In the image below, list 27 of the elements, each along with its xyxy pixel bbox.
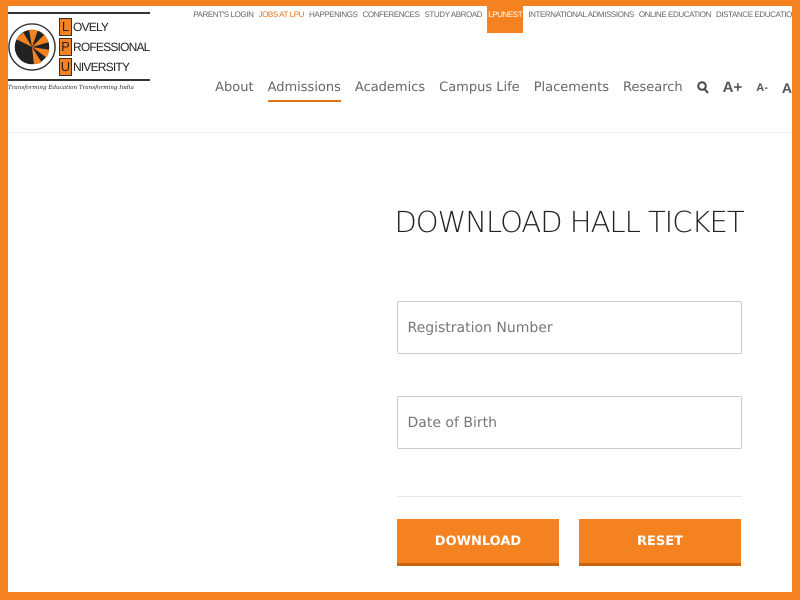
top-link[interactable]: DISTANCE EDUCATIO	[716, 6, 792, 33]
nav-link[interactable]: About	[215, 80, 254, 102]
top-link[interactable]: JOBS AT LPU	[258, 6, 304, 33]
font-size-button[interactable]: A+	[722, 79, 742, 96]
nav-link[interactable]: Academics	[354, 80, 426, 102]
nav-link[interactable]: Placements	[534, 80, 610, 102]
logo-word: ROFESSIONAL	[73, 40, 150, 54]
font-size-button[interactable]: A	[782, 80, 792, 96]
top-link[interactable]: HAPPENINGS	[309, 6, 358, 33]
search-icon[interactable]	[696, 81, 709, 94]
top-link[interactable]: CONFERENCES	[362, 6, 420, 33]
page-title: DOWNLOAD HALL TICKET	[393, 204, 745, 241]
logo-initial: P	[59, 38, 72, 56]
font-size-button[interactable]: A-	[756, 82, 768, 94]
nav-link[interactable]: Research	[623, 80, 683, 102]
top-link[interactable]: PARENT'S LOGIN	[193, 6, 254, 33]
logo-initial: L	[59, 18, 72, 36]
input-field[interactable]: Date of Birth	[396, 396, 742, 449]
nav-link[interactable]: Admissions	[268, 80, 341, 102]
top-link[interactable]: STUDY ABROAD	[424, 6, 482, 33]
nav-link[interactable]: Campus Life	[439, 80, 520, 102]
logo-initial: U	[59, 58, 72, 76]
logo-word: NIVERSITY	[73, 60, 130, 74]
input-field[interactable]: Registration Number	[396, 301, 742, 354]
top-link[interactable]: ONLINE EDUCATION	[638, 6, 711, 33]
logo-word: OVELY	[73, 20, 108, 34]
top-link[interactable]: INTERNATIONAL ADMISSIONS	[528, 6, 634, 33]
